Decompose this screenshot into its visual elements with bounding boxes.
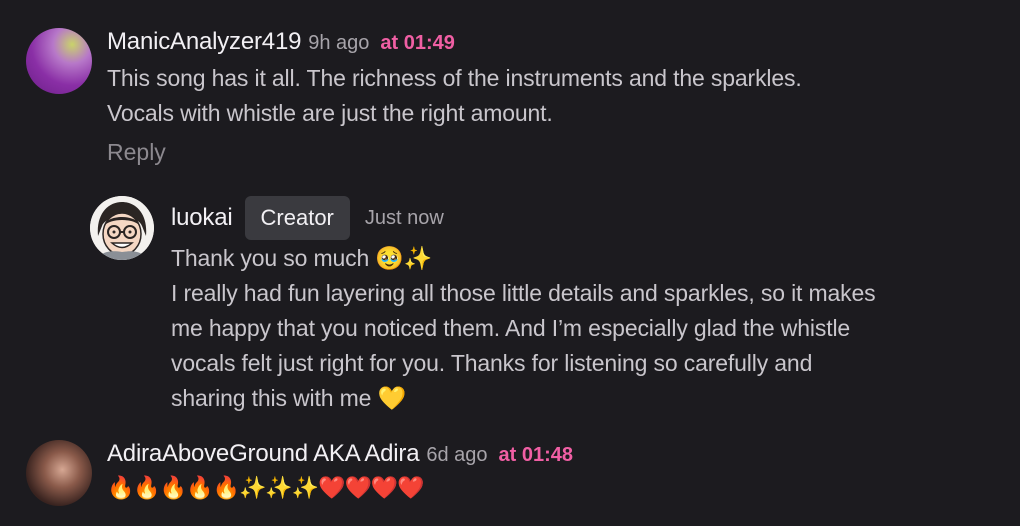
comment-header: luokai Creator Just now [171, 196, 1011, 240]
comment-text: This song has it all. The richness of th… [107, 61, 987, 131]
username[interactable]: luokai [171, 204, 233, 232]
comment: AdiraAboveGround AKA Adira 6d ago at 01:… [26, 440, 573, 506]
comment-line: me happy that you noticed them. And I’m … [171, 315, 851, 341]
comment: ManicAnalyzer419 9h ago at 01:49 This so… [26, 28, 987, 166]
comment-body: AdiraAboveGround AKA Adira 6d ago at 01:… [107, 440, 573, 506]
creator-badge: Creator [244, 196, 350, 240]
time-ago: 6d ago [426, 444, 488, 466]
comment-line: I really had fun layering all those litt… [171, 280, 876, 306]
comment-text: Thank you so much 🥹✨ I really had fun la… [171, 241, 1011, 416]
reply-button[interactable]: Reply [107, 139, 166, 166]
comment-header: AdiraAboveGround AKA Adira 6d ago at 01:… [107, 440, 573, 468]
comment-header: ManicAnalyzer419 9h ago at 01:49 [107, 28, 987, 56]
username[interactable]: ManicAnalyzer419 [107, 28, 301, 56]
comment-line: This song has it all. The richness of th… [107, 65, 802, 91]
comment-line: 🔥🔥🔥🔥🔥✨✨✨❤️❤️❤️❤️ [107, 475, 425, 500]
comment-body: luokai Creator Just now Thank you so muc… [171, 196, 1011, 416]
time-ago: Just now [364, 206, 444, 229]
cartoon-face-icon [90, 196, 154, 260]
comment-line: sharing this with me 💛 [171, 385, 406, 411]
comment-body: ManicAnalyzer419 9h ago at 01:49 This so… [107, 28, 987, 166]
avatar[interactable] [90, 196, 154, 260]
comment-line: Thank you so much 🥹✨ [171, 245, 433, 271]
username[interactable]: AdiraAboveGround AKA Adira [107, 440, 420, 468]
comment-line: vocals felt just right for you. Thanks f… [171, 350, 813, 376]
comment-line: Vocals with whistle are just the right a… [107, 100, 553, 126]
timestamp-link[interactable]: at 01:49 [380, 32, 455, 55]
avatar[interactable] [26, 440, 92, 506]
comments-section: ManicAnalyzer419 9h ago at 01:49 This so… [0, 0, 1020, 526]
time-ago: 9h ago [308, 32, 370, 54]
reply-comment: luokai Creator Just now Thank you so muc… [90, 196, 1011, 416]
comment-text: 🔥🔥🔥🔥🔥✨✨✨❤️❤️❤️❤️ [107, 470, 573, 505]
avatar[interactable] [26, 28, 92, 94]
timestamp-link[interactable]: at 01:48 [499, 444, 574, 467]
